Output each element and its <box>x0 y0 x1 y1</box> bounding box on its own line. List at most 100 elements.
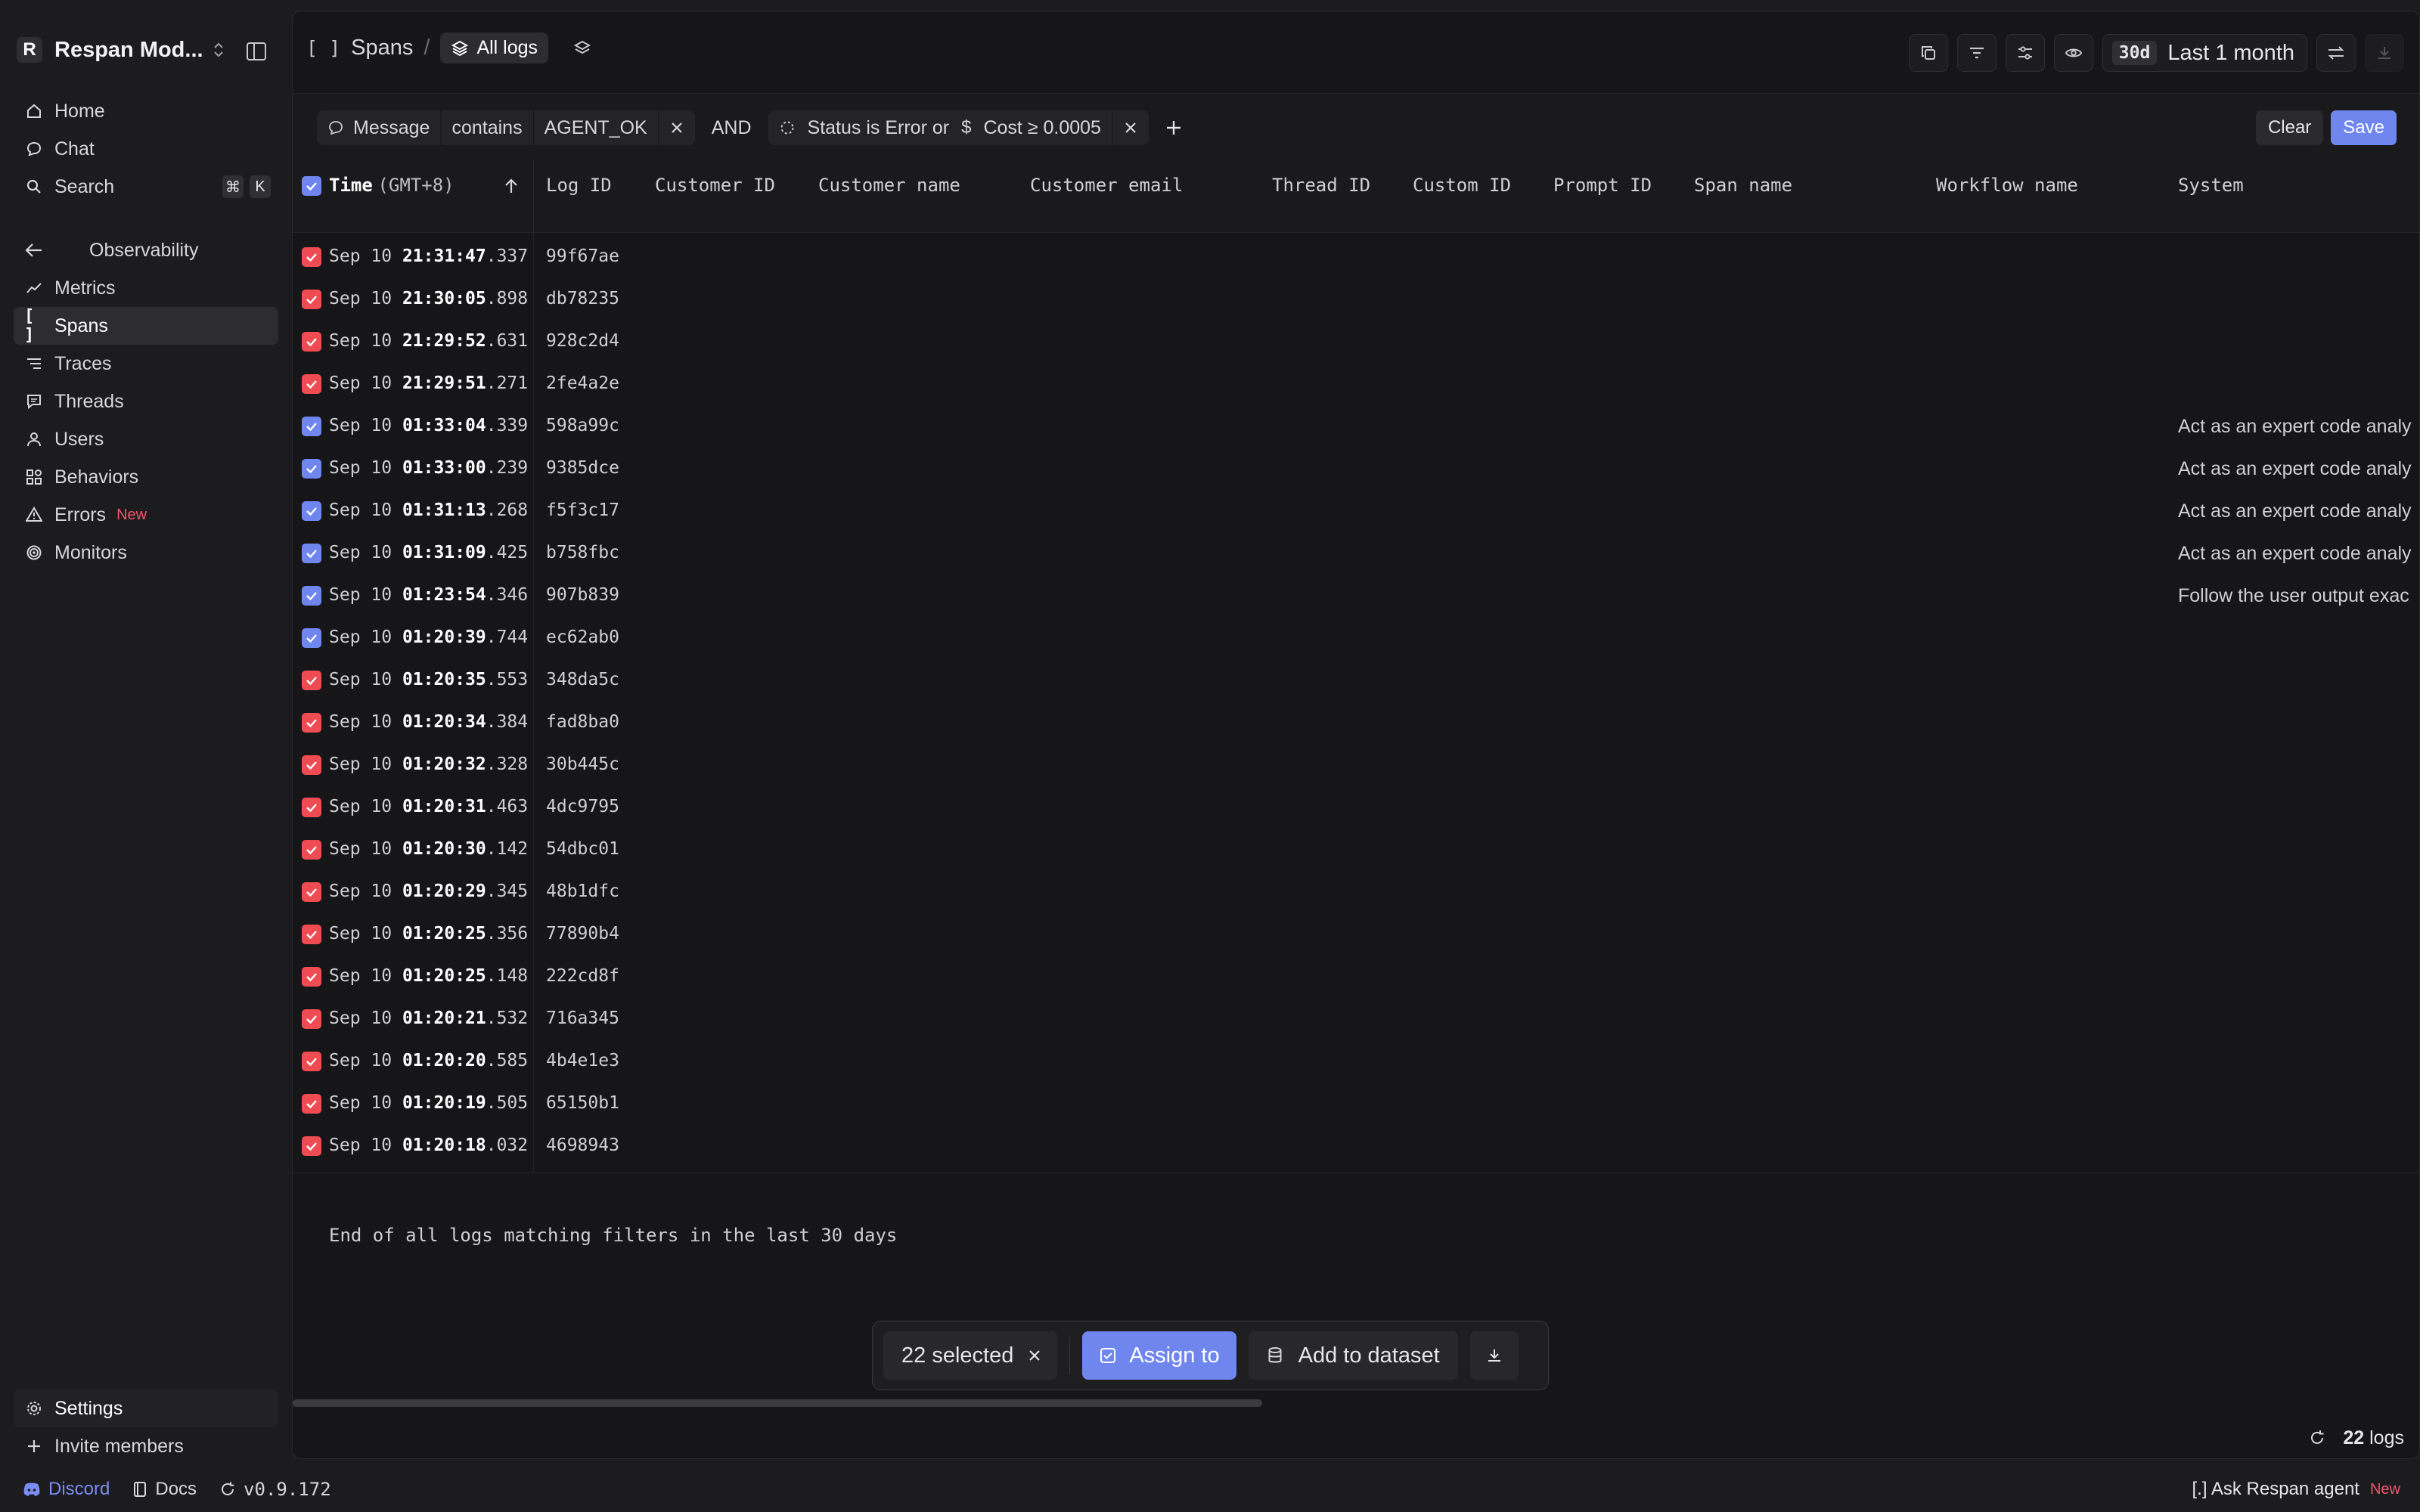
docs-link[interactable]: Docs <box>132 1479 197 1500</box>
row-checkbox[interactable] <box>302 1052 321 1071</box>
invite-members-button[interactable]: Invite members <box>14 1427 278 1465</box>
sort-arrow-up-icon[interactable] <box>501 176 521 196</box>
column-header-customer-name[interactable]: Customer name <box>818 175 960 196</box>
row-checkbox[interactable] <box>302 713 321 733</box>
table-row[interactable]: Sep 10 01:20:25.148 222cd8f <box>293 956 2419 998</box>
column-header-customer-id[interactable]: Customer ID <box>655 175 775 196</box>
table-row[interactable]: Sep 10 01:20:30.142 54dbc01 <box>293 829 2419 871</box>
table-row[interactable]: Sep 10 01:20:31.463 4dc9795 <box>293 786 2419 829</box>
copy-button[interactable] <box>1908 34 1948 72</box>
assign-to-button[interactable]: Assign to <box>1082 1331 1236 1380</box>
table-row[interactable]: Sep 10 01:20:19.505 65150b1 <box>293 1083 2419 1125</box>
time-range-selector[interactable]: 30d Last 1 month <box>2102 34 2307 72</box>
row-checkbox[interactable] <box>302 840 321 860</box>
table-row[interactable]: Sep 10 01:20:21.532 716a345 <box>293 998 2419 1040</box>
settings-sliders-button[interactable] <box>2005 34 2045 72</box>
workspace-switcher[interactable]: R Respan Mod... <box>17 35 225 65</box>
table-row[interactable]: Sep 10 01:20:29.345 48b1dfc <box>293 871 2419 913</box>
refresh-icon[interactable] <box>2308 1429 2326 1447</box>
row-checkbox[interactable] <box>302 332 321 352</box>
row-checkbox[interactable] <box>302 586 321 606</box>
status-filter[interactable]: Status is Error or $ Cost ≥ 0.0005 <box>768 110 1112 145</box>
table-row[interactable]: Sep 10 21:29:52.631 928c2d4 <box>293 321 2419 363</box>
clear-selection-icon[interactable] <box>1027 1348 1042 1363</box>
version-info[interactable]: v0.9.172 <box>219 1479 331 1500</box>
filter-field[interactable]: Message <box>317 110 442 145</box>
nav-item-search[interactable]: Search ⌘ K <box>14 168 278 206</box>
row-checkbox[interactable] <box>302 501 321 521</box>
horizontal-scrollbar[interactable] <box>293 1399 1262 1407</box>
nav-item-chat[interactable]: Chat <box>14 130 278 168</box>
column-header-log-id[interactable]: Log ID <box>546 175 612 196</box>
select-all-checkbox[interactable] <box>302 176 321 196</box>
nav-item-behaviors[interactable]: Behaviors <box>14 458 278 496</box>
column-header-system[interactable]: System <box>2178 175 2244 196</box>
row-checkbox[interactable] <box>302 459 321 479</box>
selected-count-chip[interactable]: 22 selected <box>883 1331 1058 1380</box>
remove-filter-button[interactable] <box>1112 110 1149 145</box>
row-checkbox[interactable] <box>302 1094 321 1114</box>
row-checkbox[interactable] <box>302 967 321 987</box>
message-filter-chip[interactable]: Message contains AGENT_OK <box>317 110 695 145</box>
row-checkbox[interactable] <box>302 798 321 817</box>
table-row[interactable]: Sep 10 01:20:25.356 77890b4 <box>293 913 2419 956</box>
filter-value[interactable]: AGENT_OK <box>534 110 659 145</box>
table-row[interactable]: Sep 10 01:20:39.744 ec62ab0 <box>293 617 2419 659</box>
nav-item-monitors[interactable]: Monitors <box>14 534 278 572</box>
table-row[interactable]: Sep 10 01:31:09.425 b758fbc Act as an expe… <box>293 532 2419 575</box>
table-row[interactable]: Sep 10 01:20:32.328 30b445c <box>293 744 2419 786</box>
discord-link[interactable]: Discord <box>23 1479 110 1500</box>
nav-item-threads[interactable]: Threads <box>14 383 278 420</box>
table-row[interactable]: Sep 10 21:29:51.271 2fe4a2e <box>293 363 2419 405</box>
compare-button[interactable] <box>2316 34 2356 72</box>
row-checkbox[interactable] <box>302 417 321 436</box>
breadcrumb-spans[interactable]: Spans <box>351 36 413 60</box>
row-checkbox[interactable] <box>302 925 321 944</box>
add-to-dataset-button[interactable]: Add to dataset <box>1248 1331 1458 1380</box>
remove-filter-button[interactable] <box>659 110 695 145</box>
view-toggle-button[interactable] <box>2053 34 2093 72</box>
nav-item-users[interactable]: Users <box>14 420 278 458</box>
status-cost-filter-chip[interactable]: Status is Error or $ Cost ≥ 0.0005 <box>768 110 1149 145</box>
column-header-workflow-name[interactable]: Workflow name <box>1936 175 2078 196</box>
clear-button[interactable]: Clear <box>2255 110 2324 145</box>
ask-agent-button[interactable]: [.] Ask Respan agent New <box>2192 1479 2401 1500</box>
nav-item-spans[interactable]: [ ] Spans <box>14 307 278 345</box>
table-row[interactable]: Sep 10 01:20:18.032 4698943 <box>293 1125 2419 1167</box>
column-header-customer-email[interactable]: Customer email <box>1030 175 1183 196</box>
row-checkbox[interactable] <box>302 671 321 690</box>
row-checkbox[interactable] <box>302 882 321 902</box>
row-checkbox[interactable] <box>302 247 321 267</box>
row-checkbox[interactable] <box>302 1136 321 1156</box>
save-button[interactable]: Save <box>2331 110 2397 145</box>
row-checkbox[interactable] <box>302 1009 321 1029</box>
table-row[interactable]: Sep 10 01:20:34.384 fad8ba0 <box>293 702 2419 744</box>
filter-and[interactable]: AND <box>703 117 761 139</box>
column-header-time[interactable]: Time (GMT+8) <box>329 175 455 197</box>
table-row[interactable]: Sep 10 01:33:00.239 9385dce Act as an expe… <box>293 448 2419 490</box>
column-header-thread-id[interactable]: Thread ID <box>1272 175 1370 196</box>
column-header-prompt-id[interactable]: Prompt ID <box>1553 175 1652 196</box>
table-row[interactable]: Sep 10 01:33:04.339 598a99c Act as an expe… <box>293 405 2419 448</box>
layers-switch-icon[interactable] <box>572 39 592 58</box>
export-selected-button[interactable] <box>1469 1331 1519 1380</box>
nav-item-traces[interactable]: Traces <box>14 345 278 383</box>
observability-back[interactable]: Observability <box>14 231 278 269</box>
row-checkbox[interactable] <box>302 290 321 309</box>
column-header-custom-id[interactable]: Custom ID <box>1413 175 1511 196</box>
row-checkbox[interactable] <box>302 628 321 648</box>
row-checkbox[interactable] <box>302 544 321 563</box>
table-row[interactable]: Sep 10 01:31:13.268 f5f3c17 Act as an expe… <box>293 490 2419 532</box>
table-row[interactable]: Sep 10 01:20:20.585 4b4e1e3 <box>293 1040 2419 1083</box>
column-header-span-name[interactable]: Span name <box>1694 175 1792 196</box>
nav-item-errors[interactable]: Errors New <box>14 496 278 534</box>
nav-item-settings[interactable]: Settings <box>14 1390 278 1427</box>
nav-item-metrics[interactable]: Metrics <box>14 269 278 307</box>
filter-operator[interactable]: contains <box>441 110 534 145</box>
table-row[interactable]: Sep 10 21:31:47.337 99f67ae <box>293 236 2419 278</box>
row-checkbox[interactable] <box>302 755 321 775</box>
row-checkbox[interactable] <box>302 374 321 394</box>
add-filter-button[interactable] <box>1164 118 1184 138</box>
nav-item-home[interactable]: Home <box>14 92 278 130</box>
table-row[interactable]: Sep 10 01:23:54.346 907b839 Follow the use… <box>293 575 2419 617</box>
